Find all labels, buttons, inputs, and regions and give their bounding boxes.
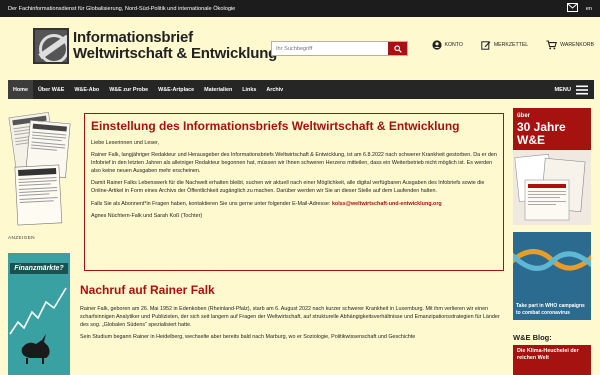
notice-title: Einstellung des Informationsbriefs Weltw… [91, 119, 460, 133]
contact-email-link[interactable]: kolss@weltwirtschaft-und-entwicklung.org [332, 201, 442, 207]
nav-item-links[interactable]: Links [237, 80, 261, 99]
watchlist-link[interactable]: MERKZETTEL [481, 40, 528, 50]
ad-title: Finanzmärkte? [10, 263, 68, 274]
hamburger-icon [576, 85, 588, 94]
nav-item-about[interactable]: Über W&E [33, 80, 69, 99]
ads-label: ANZEIGEN [8, 236, 35, 241]
logo-emblem-icon [33, 28, 69, 64]
language-link[interactable]: en [586, 6, 592, 12]
stock-chart-icon [9, 287, 67, 364]
nav-item-subscription[interactable]: W&E-Abo [69, 80, 104, 99]
book-header: über 30 Jahre W&E [513, 108, 591, 150]
site-header: Informationsbrief Weltwirtschaft & Entwi… [0, 17, 600, 80]
header-actions: KONTO MERKZETTEL WARENKORB [431, 40, 594, 50]
anniversary-book-banner[interactable]: über 30 Jahre W&E [513, 108, 591, 225]
cart-link[interactable]: WARENKORB [546, 40, 594, 50]
search-input[interactable] [272, 42, 388, 55]
top-bar: Der Fachinformationsdienst für Globalisi… [0, 0, 600, 17]
notice-paragraph: Damit Rainer Falks Lebenswerk für die Na… [91, 180, 485, 195]
newsletter-stack-image[interactable] [8, 108, 74, 234]
nav-item-archive[interactable]: Archiv [261, 80, 288, 99]
logo-line-1: Informationsbrief [73, 29, 193, 46]
newsletter-stack-icon [8, 111, 71, 226]
tagline: Der Fachinformationsdienst für Globalisi… [8, 5, 236, 12]
obituary-paragraph: Rainer Falk, geboren am 26. Mai 1952 in … [80, 306, 500, 329]
nav-item-artplace[interactable]: W&E-Artplace [153, 80, 199, 99]
promo-text: Take part in WHO campaigns to combat cor… [516, 303, 585, 316]
notice-box: Einstellung des Informationsbriefs Weltw… [84, 113, 504, 271]
search-button[interactable] [388, 42, 407, 55]
menu-label: MENU [554, 86, 571, 93]
who-campaign-banner[interactable]: Take part in WHO campaigns to combat cor… [513, 232, 591, 320]
notice-signature: Agnes Nüchtern-Falk und Sarah Koß (Tocht… [91, 212, 203, 219]
obituary-article: Nachruf auf Rainer Falk Rainer Falk, geb… [80, 283, 500, 345]
blog-heading: W&E Blog: [513, 333, 552, 342]
user-icon [431, 40, 442, 50]
cart-label: WARENKORB [560, 42, 594, 48]
search-icon [393, 44, 402, 53]
notice-salutation: Liebe Leserinnen und Leser, [91, 140, 160, 146]
logo-text: Informationsbrief Weltwirtschaft & Entwi… [73, 30, 277, 62]
nav-item-trial[interactable]: W&E zur Probe [104, 80, 153, 99]
book-header-line-3: W&E [517, 133, 545, 147]
cart-icon [546, 40, 558, 50]
mail-icon[interactable] [566, 3, 578, 14]
logo-line-2: Weltwirtschaft & Entwicklung [73, 45, 278, 62]
nav-item-home[interactable]: Home [8, 80, 33, 99]
blog-teaser[interactable]: Die Klima-Heuchelei der reichen Welt [513, 345, 591, 375]
edit-icon [481, 41, 491, 50]
notice-paragraph: Rainer Falk, langjähriger Redakteur und … [91, 152, 497, 175]
notice-contact-text: Falls Sie als Abonnent*in Fragen haben, … [91, 200, 332, 207]
search-bar [271, 41, 408, 56]
obituary-title: Nachruf auf Rainer Falk [80, 283, 215, 297]
nav-item-materials[interactable]: Materialien [199, 80, 237, 99]
account-link[interactable]: KONTO [431, 40, 463, 50]
rope-knot-icon [513, 249, 591, 271]
account-label: KONTO [444, 42, 463, 48]
notice-contact: Falls Sie als Abonnent*in Fragen haben, … [91, 200, 497, 208]
menu-button[interactable]: MENU [555, 85, 594, 95]
main-nav: Home Über W&E W&E-Abo W&E zur Probe W&E-… [8, 80, 594, 99]
newspaper-collage-icon [514, 153, 586, 221]
obituary-paragraph: Sein Studium begann Rainer in Heidelberg… [80, 334, 416, 341]
site-logo[interactable]: Informationsbrief Weltwirtschaft & Entwi… [33, 28, 277, 64]
watchlist-label: MERKZETTEL [493, 42, 529, 48]
ad-banner[interactable]: Finanzmärkte? [8, 253, 70, 375]
